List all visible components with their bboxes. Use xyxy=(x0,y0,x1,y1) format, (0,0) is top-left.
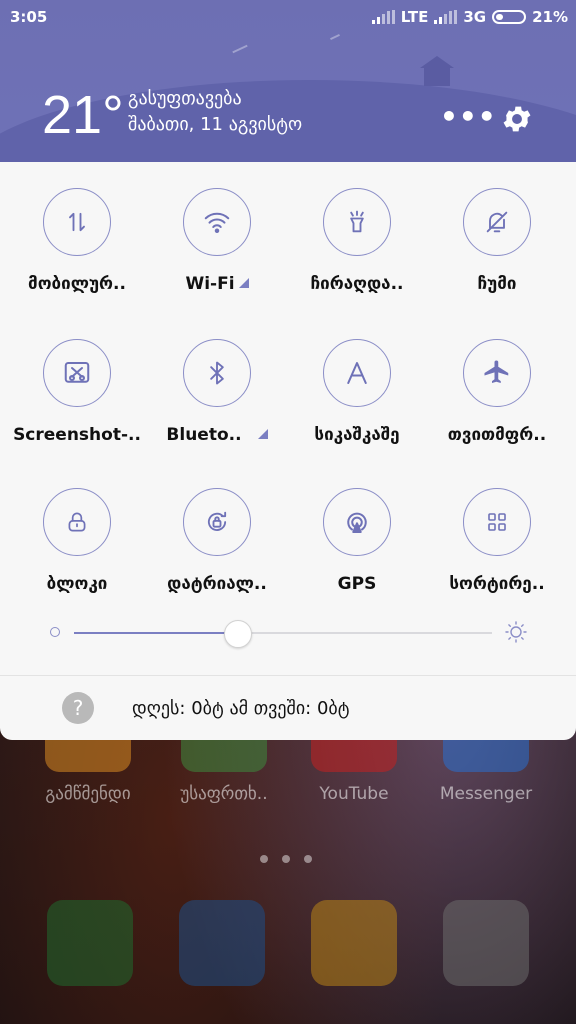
gps-icon xyxy=(323,488,391,556)
status-icons: LTE 3G 21% xyxy=(371,8,568,26)
tile-label: მობილურ.. xyxy=(28,274,126,294)
tile-mobile-data[interactable]: მობილურ.. xyxy=(5,188,149,294)
bluetooth-icon xyxy=(183,339,251,407)
auto-brightness-icon xyxy=(323,339,391,407)
help-icon[interactable]: ? xyxy=(62,692,94,724)
brightness-thumb[interactable] xyxy=(224,620,253,648)
tile-label-wrap: Wi-Fi xyxy=(145,274,289,294)
tile-label: Screenshot-.. xyxy=(13,425,141,445)
signal-icon xyxy=(434,10,458,24)
app-label: Messenger xyxy=(439,784,533,804)
divider xyxy=(0,675,576,676)
messages-icon[interactable] xyxy=(284,900,424,986)
brightness-low-icon xyxy=(50,627,60,637)
tile-rotation-lock[interactable]: დატრიალ.. xyxy=(145,488,289,594)
signal-icon xyxy=(371,10,395,24)
tile-airplane[interactable]: თვითმფრ.. xyxy=(425,339,569,445)
weather-background-house xyxy=(420,56,454,86)
page-indicator xyxy=(260,848,326,867)
tile-flashlight[interactable]: ჩირაღდა.. xyxy=(285,188,429,294)
gear-icon[interactable] xyxy=(500,102,534,136)
screenshot-icon xyxy=(43,339,111,407)
network-type-1: LTE xyxy=(400,8,429,26)
weather-date: შაბათი, 11 აგვისტო xyxy=(128,114,303,135)
tile-bluetooth[interactable]: Blueto.. xyxy=(145,339,289,445)
notification-header: 3:05 LTE 3G 21% 21° გასუფთავება შაბათი, … xyxy=(0,0,576,170)
tile-label: Blueto.. xyxy=(166,425,242,445)
tile-label: ბლოკი xyxy=(46,574,108,594)
network-type-2: 3G xyxy=(463,8,487,26)
tile-label: სორტირე.. xyxy=(449,574,545,594)
app-label: YouTube xyxy=(319,784,389,804)
wifi-icon xyxy=(183,188,251,256)
tile-label: სიკაშკაშე xyxy=(314,425,400,445)
tile-silent[interactable]: ჩუმი xyxy=(425,188,569,294)
tile-lock[interactable]: ბლოკი xyxy=(5,488,149,594)
tile-label: ჩუმი xyxy=(477,274,517,294)
submenu-indicator-icon xyxy=(238,278,249,288)
tile-label: ჩირაღდა.. xyxy=(310,274,404,294)
mobile-data-icon xyxy=(43,188,111,256)
tile-label: GPS xyxy=(337,574,377,594)
submenu-indicator-icon xyxy=(257,429,268,439)
tile-label: დატრიალ.. xyxy=(167,574,267,594)
tile-sort[interactable]: სორტირე.. xyxy=(425,488,569,594)
data-usage-text[interactable]: დღეს: 0ბტ ამ თვეში: 0ბტ xyxy=(132,698,350,719)
tile-wifi[interactable]: Wi-Fi xyxy=(145,188,289,294)
camera-icon[interactable] xyxy=(416,900,556,986)
flashlight-icon xyxy=(323,188,391,256)
tile-label: თვითმფრ.. xyxy=(447,425,547,445)
tile-auto-brightness[interactable]: სიკაშკაშე xyxy=(285,339,429,445)
tile-gps[interactable]: GPS xyxy=(285,488,429,594)
status-time: 3:05 xyxy=(10,8,48,26)
silent-bell-icon xyxy=(463,188,531,256)
contacts-icon[interactable] xyxy=(152,900,292,986)
brightness-fill xyxy=(74,632,238,634)
sort-icon xyxy=(463,488,531,556)
weather-temperature[interactable]: 21° xyxy=(42,84,124,146)
tile-label: Wi-Fi xyxy=(185,274,235,294)
brightness-high-icon xyxy=(504,620,528,644)
rotation-lock-icon xyxy=(183,488,251,556)
battery-percent: 21% xyxy=(532,8,568,26)
app-label: უსაფრთხ.. xyxy=(180,784,268,804)
weather-info[interactable]: გასუფთავება შაბათი, 11 აგვისტო xyxy=(128,86,302,138)
brightness-slider[interactable] xyxy=(50,618,530,648)
more-options-button[interactable]: ••• xyxy=(440,100,497,133)
tile-label-wrap: Blueto.. xyxy=(145,425,289,445)
app-label: გამწმენდი xyxy=(45,784,131,804)
airplane-icon xyxy=(463,339,531,407)
lock-icon xyxy=(43,488,111,556)
quick-settings-panel: მობილურ.. Wi-Fi ჩირაღდა.. ჩუმი Screensho… xyxy=(0,162,576,740)
dock xyxy=(0,900,576,1020)
status-bar: 3:05 LTE 3G 21% xyxy=(0,0,576,34)
brightness-track[interactable] xyxy=(74,620,492,648)
tile-screenshot[interactable]: Screenshot-.. xyxy=(5,339,149,445)
phone-icon[interactable] xyxy=(20,900,160,986)
weather-condition: გასუფთავება xyxy=(128,88,242,109)
battery-icon xyxy=(492,10,527,24)
